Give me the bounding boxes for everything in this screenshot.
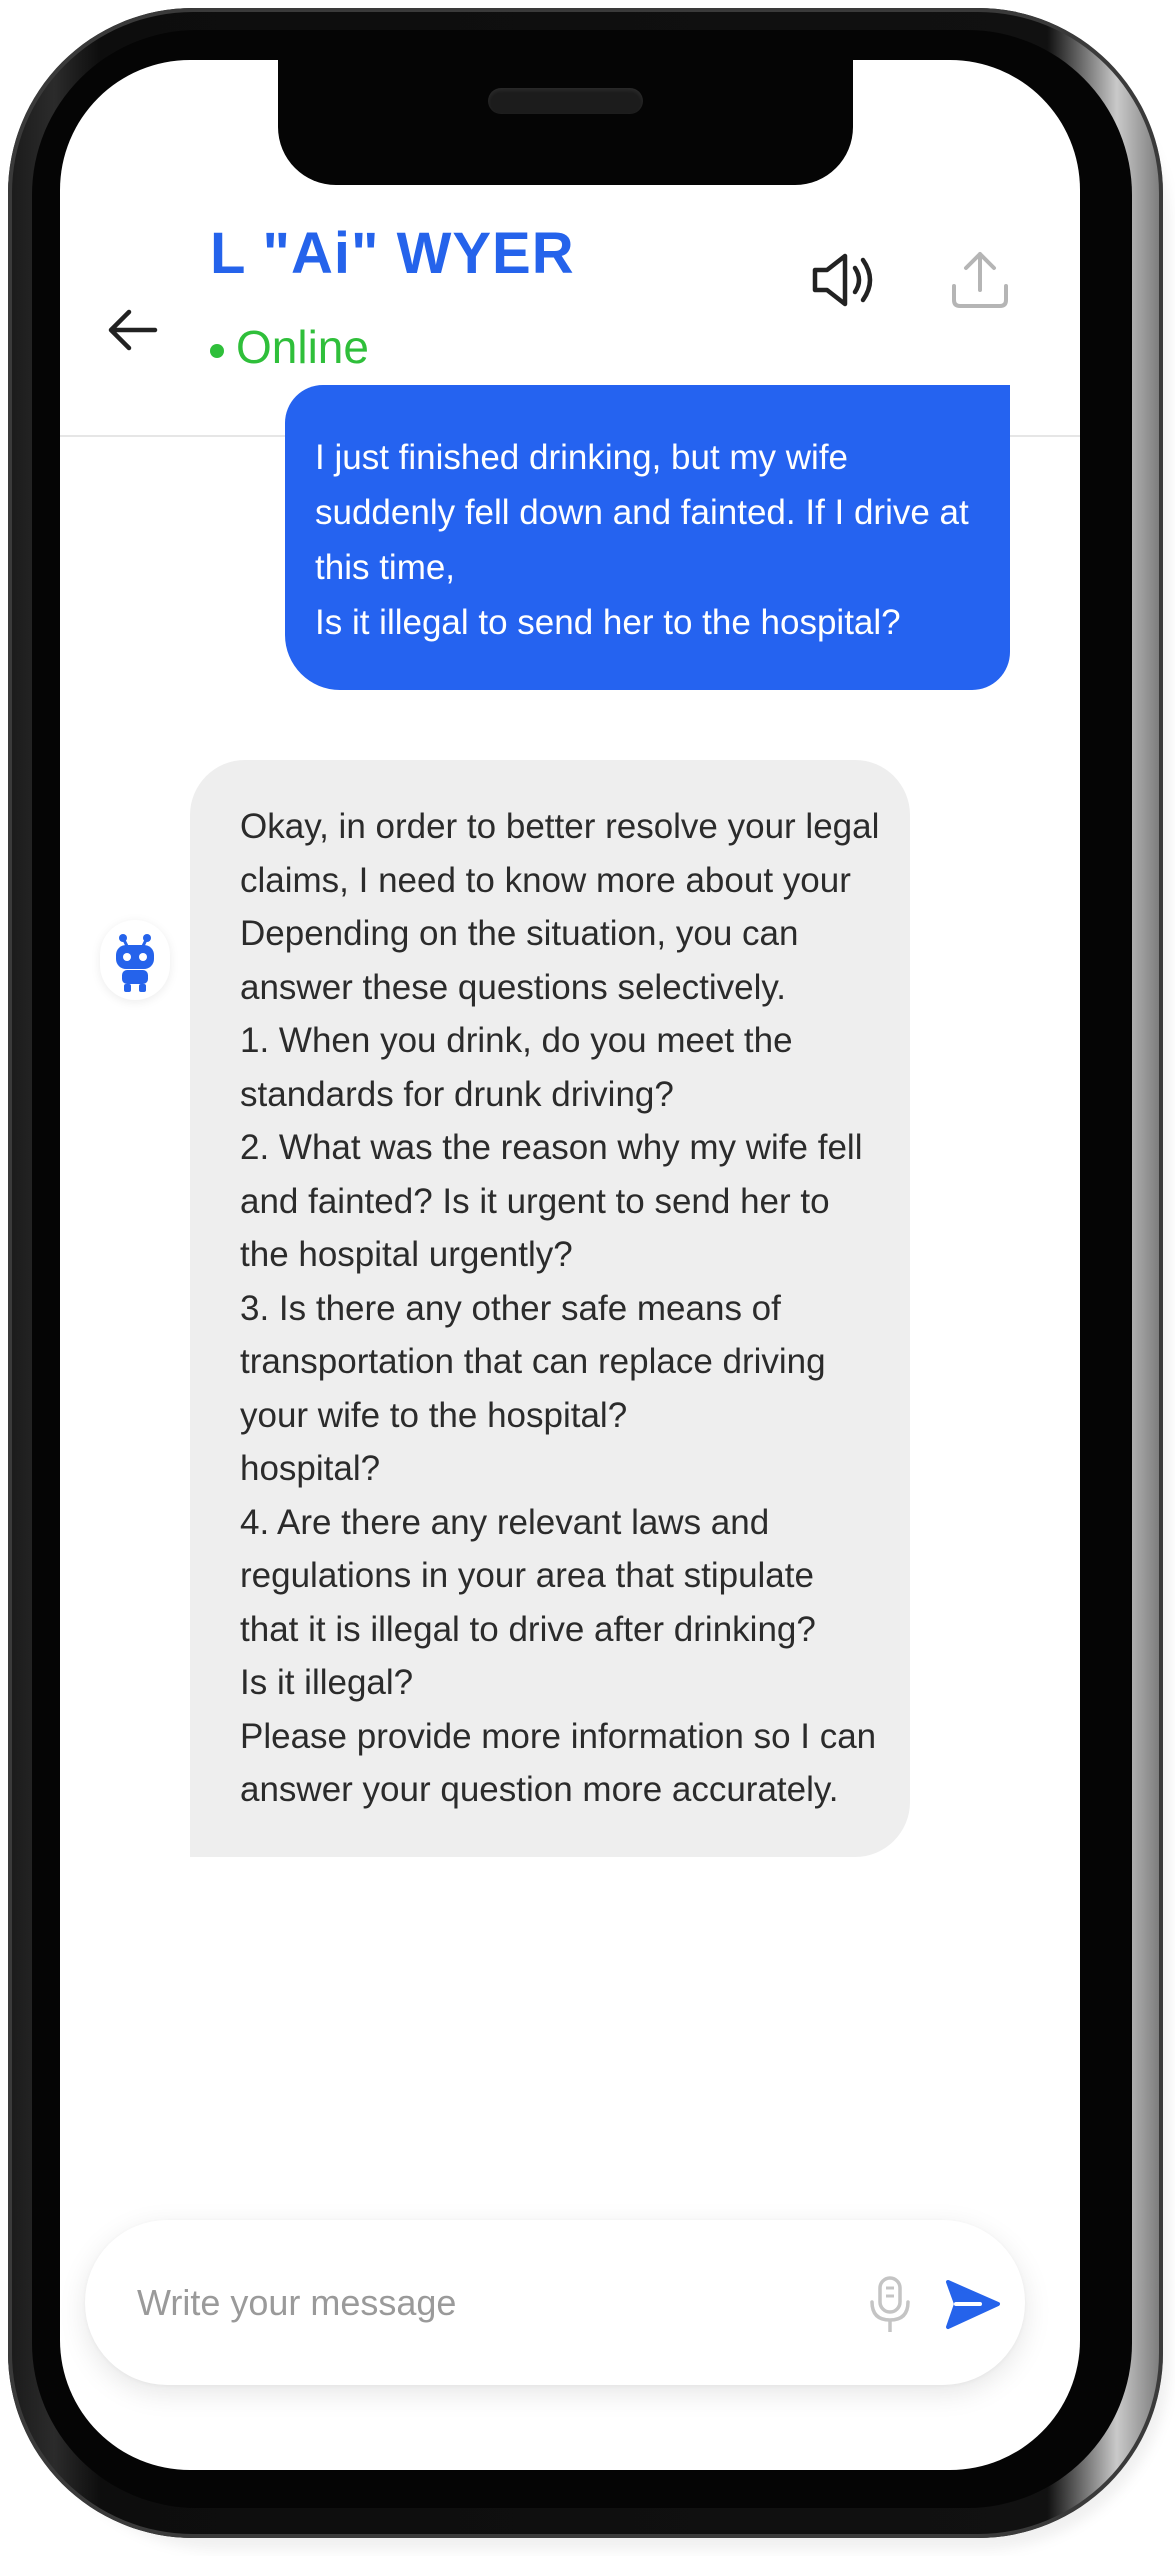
- microphone-button[interactable]: [860, 2272, 920, 2337]
- earpiece-speaker: [488, 88, 643, 114]
- online-status: Online: [210, 320, 369, 374]
- phone-screen: L "Ai" WYER Online I just finished drink…: [60, 60, 1080, 2470]
- share-button[interactable]: [940, 240, 1020, 320]
- back-button[interactable]: [95, 290, 175, 370]
- user-message-bubble: I just finished drinking, but my wife su…: [285, 385, 1010, 690]
- message-input[interactable]: [135, 2272, 739, 2334]
- speaker-button[interactable]: [805, 240, 885, 320]
- send-button[interactable]: [940, 2272, 1005, 2337]
- microphone-icon: [870, 2276, 910, 2332]
- notch: [278, 60, 853, 185]
- status-text: Online: [236, 321, 369, 373]
- message-composer: [85, 2220, 1025, 2385]
- speaker-icon: [812, 253, 873, 307]
- status-dot: [210, 343, 224, 358]
- bot-message-bubble: Okay, in order to better resolve your le…: [190, 760, 910, 1857]
- upload-icon: [952, 252, 1008, 308]
- robot-icon: [116, 934, 154, 992]
- bot-avatar: [100, 920, 170, 1000]
- page-title: L "Ai" WYER: [210, 221, 575, 286]
- send-icon: [946, 2280, 1000, 2329]
- arrow-left-icon: [108, 309, 158, 351]
